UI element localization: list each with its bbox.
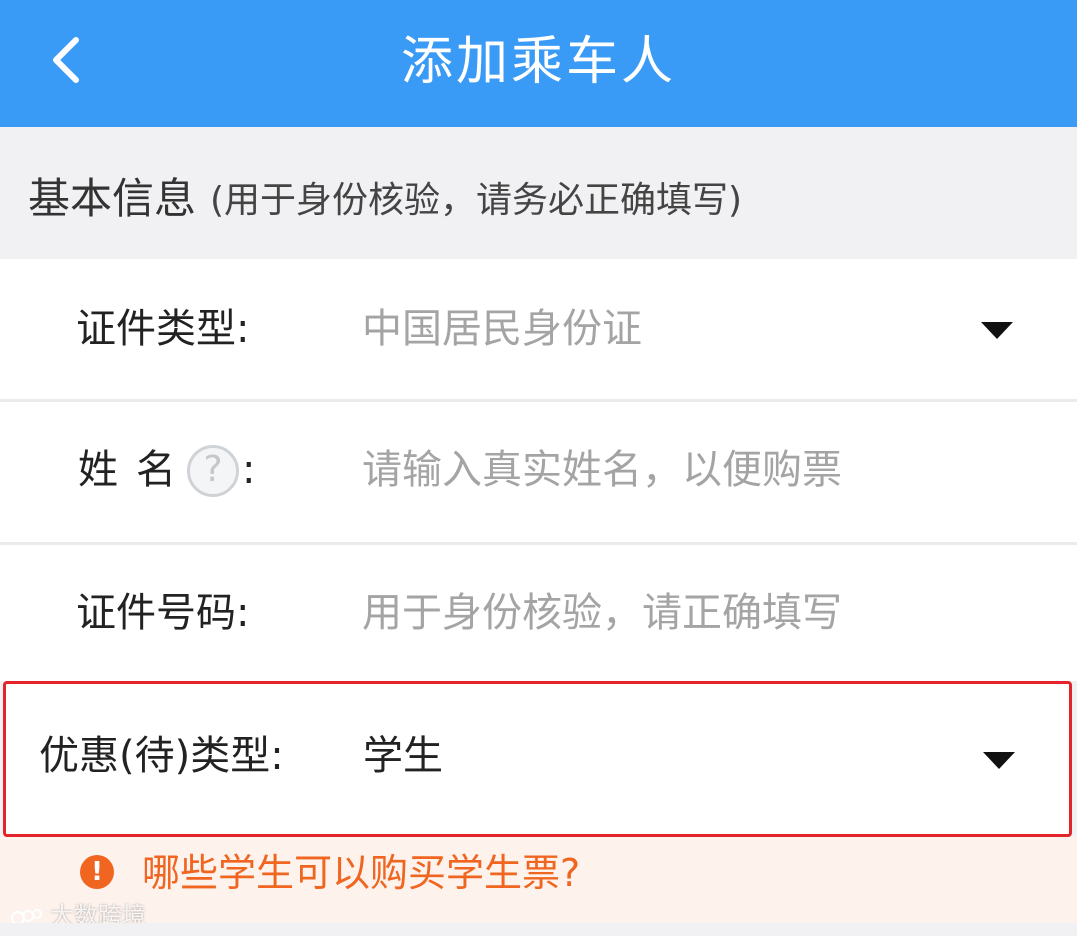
discount-type-label: 优惠(待)类型: — [39, 733, 284, 779]
name-row: 姓 名 ? : 请输入真实姓名，以便购票 — [0, 402, 1077, 542]
name-label-colon: : — [242, 447, 256, 493]
name-label-part1: 姓 — [78, 447, 118, 493]
page-title: 添加乘车人 — [400, 32, 676, 92]
help-circle-icon[interactable]: ? — [187, 445, 239, 497]
app-header: 添加乘车人 — [0, 0, 1077, 127]
id-type-row[interactable]: 证件类型: 中国居民身份证 — [0, 259, 1077, 399]
student-ticket-tip: ! 哪些学生可以购买学生票? 大数跨境 — [0, 837, 1077, 930]
caret-down-icon — [983, 752, 1015, 769]
id-number-input[interactable]: 用于身份核验，请正确填写 — [362, 585, 842, 641]
bottom-spacer — [0, 923, 1077, 936]
discount-type-row[interactable]: 优惠(待)类型: 学生 — [3, 681, 1072, 837]
section-subtitle: (用于身份核验，请务必正确填写) — [210, 180, 743, 221]
warning-circle-icon: ! — [80, 855, 114, 889]
id-type-label: 证件类型: — [76, 306, 250, 352]
id-type-value: 中国居民身份证 — [362, 306, 642, 352]
add-passenger-page: 添加乘车人 基本信息 (用于身份核验，请务必正确填写) 证件类型: 中国居民身份… — [0, 0, 1077, 936]
caret-down-icon — [981, 322, 1013, 339]
name-input[interactable]: 请输入真实姓名，以便购票 — [362, 442, 842, 498]
id-number-label: 证件号码: — [76, 590, 250, 636]
name-label-part2: 名 — [136, 447, 176, 493]
discount-type-value: 学生 — [363, 733, 443, 779]
id-number-row: 证件号码: 用于身份核验，请正确填写 — [0, 545, 1077, 681]
section-title: 基本信息 — [28, 174, 197, 223]
student-ticket-info-link[interactable]: 哪些学生可以购买学生票? — [142, 847, 580, 899]
basic-info-section-header: 基本信息 (用于身份核验，请务必正确填写) — [0, 127, 1077, 259]
